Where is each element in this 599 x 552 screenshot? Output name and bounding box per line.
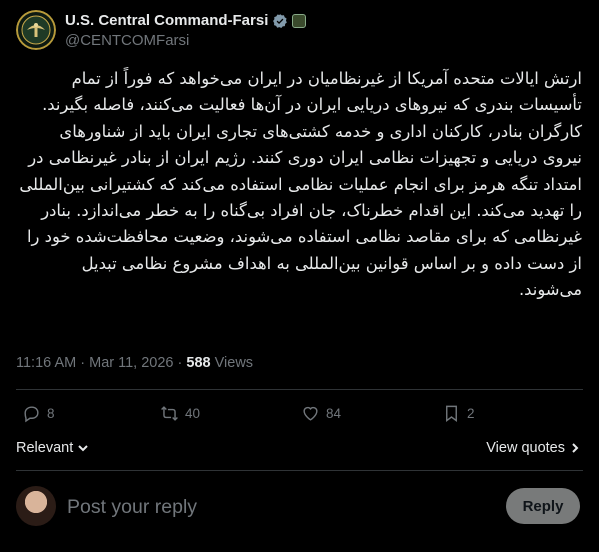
reply-button[interactable]: Reply <box>506 488 580 524</box>
repost-icon <box>161 406 178 421</box>
relevant-label: Relevant <box>16 440 74 456</box>
verified-badge-icon[interactable] <box>272 13 288 29</box>
avatar[interactable] <box>16 486 56 526</box>
name-row: U.S. Central Command-Farsi <box>65 12 307 29</box>
tweet-date[interactable]: Mar 11, 2026 <box>89 355 173 371</box>
meta-separator-2: · <box>177 355 183 371</box>
affiliate-badge-icon[interactable] <box>292 13 307 28</box>
divider-bottom <box>16 470 583 471</box>
repost-action[interactable]: 40 <box>160 404 200 423</box>
heart-icon <box>303 406 318 421</box>
meta-separator: · <box>80 355 86 371</box>
tweet-time[interactable]: 11:16 AM <box>16 355 76 371</box>
handle[interactable]: @CENTCOMFarsi <box>65 32 189 49</box>
tweet-text: ارتش ایالات متحده آمریکا از غیرنظامیان د… <box>19 69 582 300</box>
like-count: 84 <box>326 406 342 421</box>
reply-input[interactable] <box>67 494 367 520</box>
tweet-meta: 11:16 AM · Mar 11, 2026 · 588 Views <box>16 355 253 371</box>
bookmark-action[interactable]: 2 <box>442 404 475 423</box>
reply-icon <box>24 406 39 423</box>
display-name[interactable]: U.S. Central Command-Farsi <box>65 12 268 29</box>
repost-count: 40 <box>185 406 201 421</box>
view-quotes-link[interactable]: View quotes <box>486 440 581 456</box>
reply-count: 8 <box>47 406 55 421</box>
bookmark-count: 2 <box>467 406 475 421</box>
relevant-sort[interactable]: Relevant <box>16 440 89 456</box>
chevron-down-icon <box>78 445 88 452</box>
reply-action[interactable]: 8 <box>22 404 55 423</box>
bookmark-icon <box>446 405 457 423</box>
view-quotes-label: View quotes <box>486 440 565 456</box>
divider-top <box>16 389 583 390</box>
views-label: Views <box>214 355 254 371</box>
like-action[interactable]: 84 <box>301 404 341 423</box>
chevron-right-icon <box>572 443 579 453</box>
centcom-seal-icon[interactable] <box>16 10 56 50</box>
tweet-header: U.S. Central Command-Farsi @CENTCOMFarsi <box>16 10 583 54</box>
action-bar: 8 40 84 2 <box>16 404 583 432</box>
views-count[interactable]: 588 <box>186 355 210 371</box>
